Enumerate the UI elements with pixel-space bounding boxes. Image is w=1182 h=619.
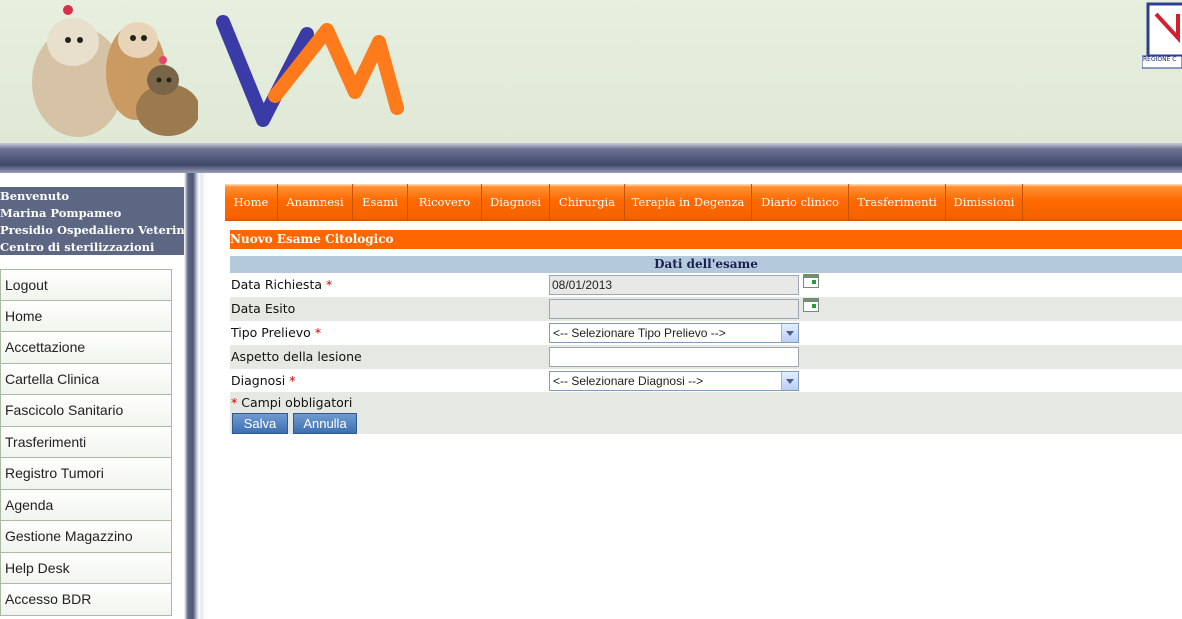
tab-trasferimenti[interactable]: Trasferimenti bbox=[849, 184, 946, 221]
selected-value: <-- Selezionare Diagnosi --> bbox=[553, 374, 704, 388]
required-mark: * bbox=[231, 395, 238, 410]
sidebar-item-gestione-magazzino[interactable]: Gestione Magazzino bbox=[0, 521, 172, 553]
chevron-down-icon[interactable] bbox=[781, 324, 798, 342]
save-button[interactable]: Salva bbox=[232, 413, 288, 434]
sidebar-item-accesso-bdr[interactable]: Accesso BDR bbox=[0, 584, 172, 616]
row-diagnosi: Diagnosi * <-- Selezionare Diagnosi --> bbox=[230, 369, 1182, 393]
tab-ricovero[interactable]: Ricovero bbox=[408, 184, 482, 221]
label-diagnosi: Diagnosi * bbox=[231, 369, 295, 393]
label-data-richiesta: Data Richiesta * bbox=[231, 273, 332, 297]
region-label: REGIONE C bbox=[1143, 56, 1177, 63]
top-menu-bar: Home Anamnesi Esami Ricovero Diagnosi Ch… bbox=[225, 184, 1182, 221]
tab-chirurgia[interactable]: Chirurgia bbox=[550, 184, 625, 221]
row-data-richiesta: Data Richiesta * 08/01/2013 bbox=[230, 273, 1182, 297]
label-data-esito: Data Esito bbox=[231, 301, 296, 316]
form-actions: * Campi obbligatori Salva Annulla bbox=[230, 392, 1182, 434]
header-banner: REGIONE C bbox=[0, 0, 1182, 143]
sidebar-item-logout[interactable]: Logout bbox=[0, 269, 172, 301]
sidebar-item-home[interactable]: Home bbox=[0, 300, 172, 332]
label-text: Tipo Prelievo bbox=[231, 325, 311, 340]
tipo-prelievo-select[interactable]: <-- Selezionare Tipo Prelievo --> bbox=[549, 323, 799, 343]
required-mark: * bbox=[326, 277, 333, 292]
label-text: Data Richiesta bbox=[231, 277, 323, 292]
column-separator bbox=[184, 173, 206, 619]
sidebar-item-accettazione[interactable]: Accettazione bbox=[0, 332, 172, 364]
header-band bbox=[0, 143, 1182, 173]
data-esito-input[interactable] bbox=[549, 299, 799, 319]
sidebar-item-agenda[interactable]: Agenda bbox=[0, 489, 172, 521]
welcome-box: Benvenuto Marina Pompameo Presidio Osped… bbox=[0, 187, 184, 255]
tab-dimissioni[interactable]: Dimissioni bbox=[946, 184, 1023, 221]
vam-logo bbox=[216, 15, 404, 127]
tab-anamnesi[interactable]: Anamnesi bbox=[278, 184, 353, 221]
welcome-line: Benvenuto bbox=[0, 189, 70, 203]
tab-diario-clinico[interactable]: Diario clinico bbox=[752, 184, 849, 221]
sidebar-item-fascicolo-sanitario[interactable]: Fascicolo Sanitario bbox=[0, 395, 172, 427]
selected-value: <-- Selezionare Tipo Prelievo --> bbox=[553, 326, 726, 340]
label-aspetto-lesione: Aspetto della lesione bbox=[231, 349, 362, 364]
row-aspetto-lesione: Aspetto della lesione bbox=[230, 345, 1182, 369]
unit-name: Centro di sterilizzazioni bbox=[0, 240, 155, 254]
form-title: Nuovo Esame Citologico bbox=[230, 230, 1182, 249]
sidebar-item-trasferimenti[interactable]: Trasferimenti bbox=[0, 426, 172, 458]
calendar-icon[interactable] bbox=[803, 298, 819, 312]
diagnosi-select[interactable]: <-- Selezionare Diagnosi --> bbox=[549, 371, 799, 391]
row-data-esito: Data Esito bbox=[230, 297, 1182, 321]
sidebar-nav: Logout Home Accettazione Cartella Clinic… bbox=[0, 269, 172, 616]
cancel-button[interactable]: Annulla bbox=[293, 413, 357, 434]
required-note-text: Campi obbligatori bbox=[241, 395, 353, 410]
required-note: * Campi obbligatori bbox=[231, 395, 352, 410]
section-header: Dati dell'esame bbox=[230, 256, 1182, 273]
sidebar-item-cartella-clinica[interactable]: Cartella Clinica bbox=[0, 363, 172, 395]
tab-home[interactable]: Home bbox=[225, 184, 278, 221]
dogs-photo bbox=[32, 5, 198, 137]
label-tipo-prelievo: Tipo Prelievo * bbox=[231, 321, 321, 345]
user-name: Marina Pompameo bbox=[0, 206, 122, 220]
required-mark: * bbox=[289, 373, 296, 388]
aspetto-lesione-input[interactable] bbox=[549, 347, 799, 367]
form-title-text: Nuovo Esame Citologico bbox=[230, 232, 394, 246]
calendar-icon[interactable] bbox=[803, 274, 819, 288]
sidebar-item-help-desk[interactable]: Help Desk bbox=[0, 552, 172, 584]
sidebar-item-registro-tumori[interactable]: Registro Tumori bbox=[0, 458, 172, 490]
data-richiesta-input[interactable]: 08/01/2013 bbox=[549, 275, 799, 295]
facility-name: Presidio Ospedaliero Veterinario bbox=[0, 223, 184, 237]
tab-diagnosi[interactable]: Diagnosi bbox=[482, 184, 550, 221]
tab-esami[interactable]: Esami bbox=[353, 184, 408, 221]
required-mark: * bbox=[314, 325, 322, 340]
label-text: Diagnosi bbox=[231, 373, 286, 388]
chevron-down-icon[interactable] bbox=[781, 372, 798, 390]
tab-terapia-in-degenza[interactable]: Terapia in Degenza bbox=[625, 184, 752, 221]
row-tipo-prelievo: Tipo Prelievo * <-- Selezionare Tipo Pre… bbox=[230, 321, 1182, 345]
